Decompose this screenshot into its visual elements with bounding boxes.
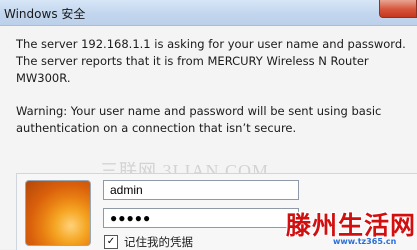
- server-message: The server 192.168.1.1 is asking for you…: [16, 37, 406, 85]
- user-tile-image: [25, 180, 91, 246]
- password-field[interactable]: ●●●●●: [103, 208, 299, 228]
- close-button[interactable]: [379, 0, 417, 18]
- warning-message: Warning: Your user name and password wil…: [16, 104, 382, 135]
- site-logo-watermark: 滕州生活网 www.tz365.cn: [286, 206, 417, 249]
- window-title: Windows 安全: [4, 7, 86, 21]
- remember-credentials-label[interactable]: 记住我的凭据: [124, 234, 193, 250]
- logo-url: www.tz365.cn: [333, 237, 397, 246]
- username-field[interactable]: admin: [103, 180, 299, 200]
- title-bar: Windows 安全: [0, 0, 417, 26]
- remember-credentials-checkbox[interactable]: ✓: [104, 235, 118, 249]
